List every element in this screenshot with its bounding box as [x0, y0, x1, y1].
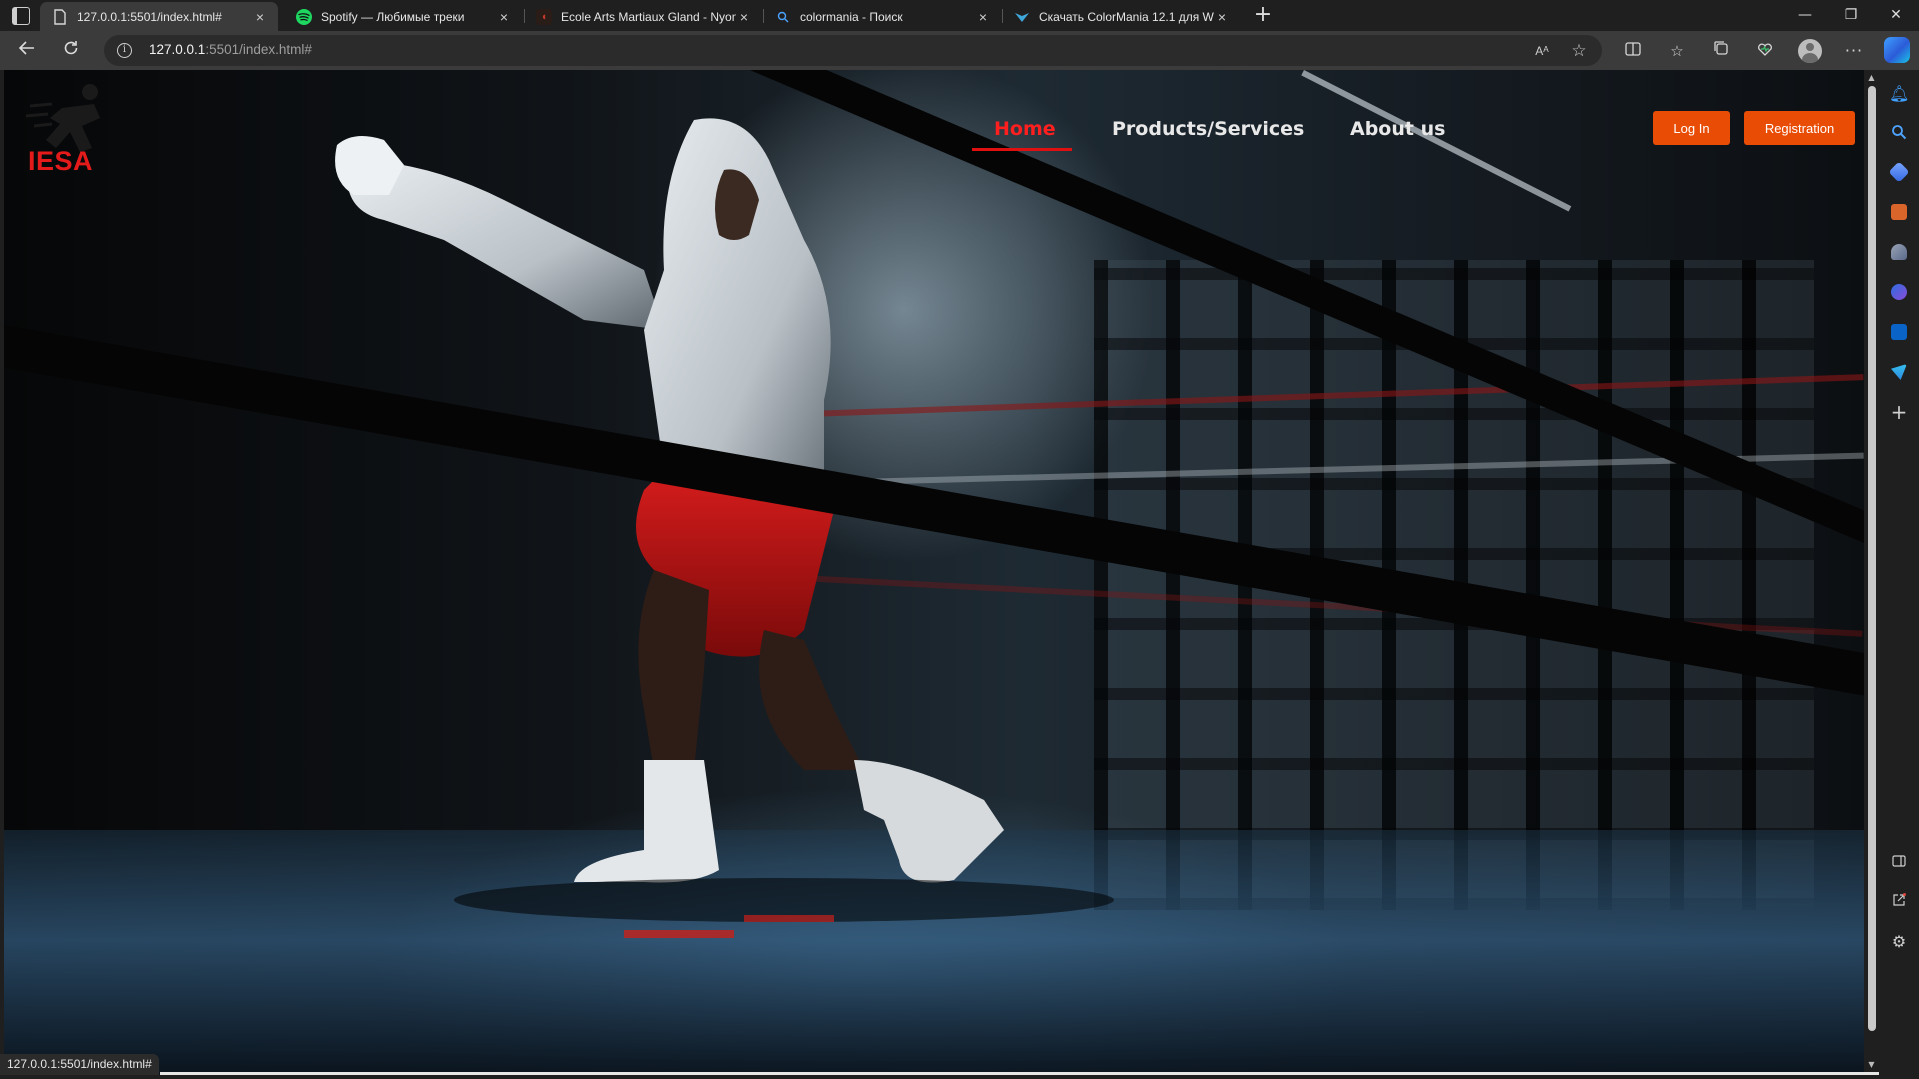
nav-home[interactable]: Home: [994, 118, 1056, 140]
reload-button[interactable]: [58, 38, 84, 64]
collections-icon[interactable]: [1710, 40, 1732, 62]
edge-sidebar: 🔔︎ + ⚙︎: [1879, 70, 1919, 1079]
more-options-icon[interactable]: ···: [1843, 40, 1865, 62]
page-icon: [52, 8, 68, 25]
arrow-left-icon: [18, 41, 34, 55]
minimize-button[interactable]: —: [1782, 0, 1828, 31]
add-icon[interactable]: +: [1889, 402, 1909, 422]
reload-icon: [64, 41, 78, 55]
scroll-up-icon[interactable]: ▲: [1866, 73, 1877, 83]
scroll-down-icon[interactable]: ▼: [1866, 1060, 1877, 1070]
shopping-tag-icon[interactable]: [1888, 161, 1910, 183]
browser-toolbar: i 127.0.0.1:5501/index.html# Aᴬ ☆ ☆ ···: [0, 31, 1919, 70]
close-window-button[interactable]: ✕: [1873, 0, 1919, 31]
close-icon[interactable]: ×: [1214, 9, 1230, 25]
close-icon[interactable]: ×: [496, 9, 512, 25]
site-logo-text[interactable]: IESA: [28, 146, 93, 177]
send-icon[interactable]: [1891, 364, 1907, 380]
boxer-illustration: [335, 118, 1114, 938]
close-icon[interactable]: ×: [975, 9, 991, 25]
browser-essentials-icon[interactable]: [1754, 40, 1776, 62]
address-url[interactable]: 127.0.0.1:5501/index.html#: [149, 42, 312, 57]
search-icon[interactable]: [1889, 124, 1909, 144]
tab-title: colormania - Поиск: [800, 9, 903, 24]
site-icon: ◖: [536, 8, 552, 25]
tab-search[interactable]: colormania - Поиск ×: [763, 2, 1001, 31]
tab-title: Spotify — Любимые треки: [321, 9, 465, 24]
back-button[interactable]: [14, 38, 40, 64]
hero-background: IESA Home Products/Services About us Log…: [4, 70, 1864, 1075]
status-url-bubble: 127.0.0.1:5501/index.html#: [0, 1054, 159, 1075]
open-external-icon[interactable]: [1889, 892, 1909, 912]
tab-martial-arts[interactable]: ◖ Ecole Arts Martiaux Gland - Nyon ×: [524, 2, 762, 31]
close-icon[interactable]: ×: [736, 9, 752, 25]
copilot-sidebar-icon[interactable]: [1891, 284, 1907, 300]
download-site-icon: [1014, 9, 1030, 25]
login-button[interactable]: Log In: [1653, 111, 1730, 145]
tab-download[interactable]: Скачать ColorMania 12.1 для Windows ×: [1002, 2, 1240, 31]
new-tab-button[interactable]: +: [1250, 3, 1276, 29]
page-scrollbar[interactable]: ▲ ▼: [1864, 70, 1879, 1075]
settings-gear-icon[interactable]: ⚙︎: [1889, 932, 1909, 952]
read-aloud-icon[interactable]: Aᴬ: [1532, 41, 1552, 61]
search-icon: [775, 9, 791, 25]
tab-spotify[interactable]: Spotify — Любимые треки ×: [284, 2, 522, 31]
split-screen-icon[interactable]: [1622, 40, 1644, 62]
nav-about-us[interactable]: About us: [1350, 118, 1445, 140]
bell-icon[interactable]: 🔔︎: [1889, 84, 1909, 104]
tab-actions-icon[interactable]: [12, 7, 30, 25]
copilot-icon[interactable]: [1884, 37, 1910, 63]
nav-active-underline: [972, 148, 1072, 151]
profile-avatar[interactable]: [1798, 39, 1822, 63]
sidebar-toggle-icon[interactable]: [1889, 852, 1909, 872]
scrollbar-thumb[interactable]: [1868, 86, 1876, 1031]
favorites-icon[interactable]: ☆: [1666, 40, 1688, 62]
tab-title: 127.0.0.1:5501/index.html#: [77, 9, 222, 24]
tools-icon[interactable]: [1891, 204, 1907, 220]
registration-button[interactable]: Registration: [1744, 111, 1855, 145]
tab-title: Ecole Arts Martiaux Gland - Nyon: [561, 9, 736, 24]
tab-strip: 127.0.0.1:5501/index.html# × Spotify — Л…: [0, 0, 1919, 31]
outlook-icon[interactable]: [1891, 324, 1907, 340]
tab-title: Скачать ColorMania 12.1 для Windows: [1039, 9, 1214, 24]
tab-local-page[interactable]: 127.0.0.1:5501/index.html# ×: [40, 2, 278, 31]
info-icon[interactable]: i: [117, 43, 132, 58]
close-icon[interactable]: ×: [252, 9, 268, 25]
page-viewport: IESA Home Products/Services About us Log…: [4, 70, 1879, 1075]
status-divider: [160, 1072, 1879, 1075]
star-icon[interactable]: ☆: [1569, 41, 1589, 61]
games-icon[interactable]: [1891, 244, 1907, 260]
spotify-icon: [296, 8, 312, 25]
restore-button[interactable]: ❐: [1828, 0, 1874, 31]
nav-products-services[interactable]: Products/Services: [1112, 118, 1304, 140]
address-bar[interactable]: i 127.0.0.1:5501/index.html# Aᴬ ☆: [104, 35, 1602, 66]
